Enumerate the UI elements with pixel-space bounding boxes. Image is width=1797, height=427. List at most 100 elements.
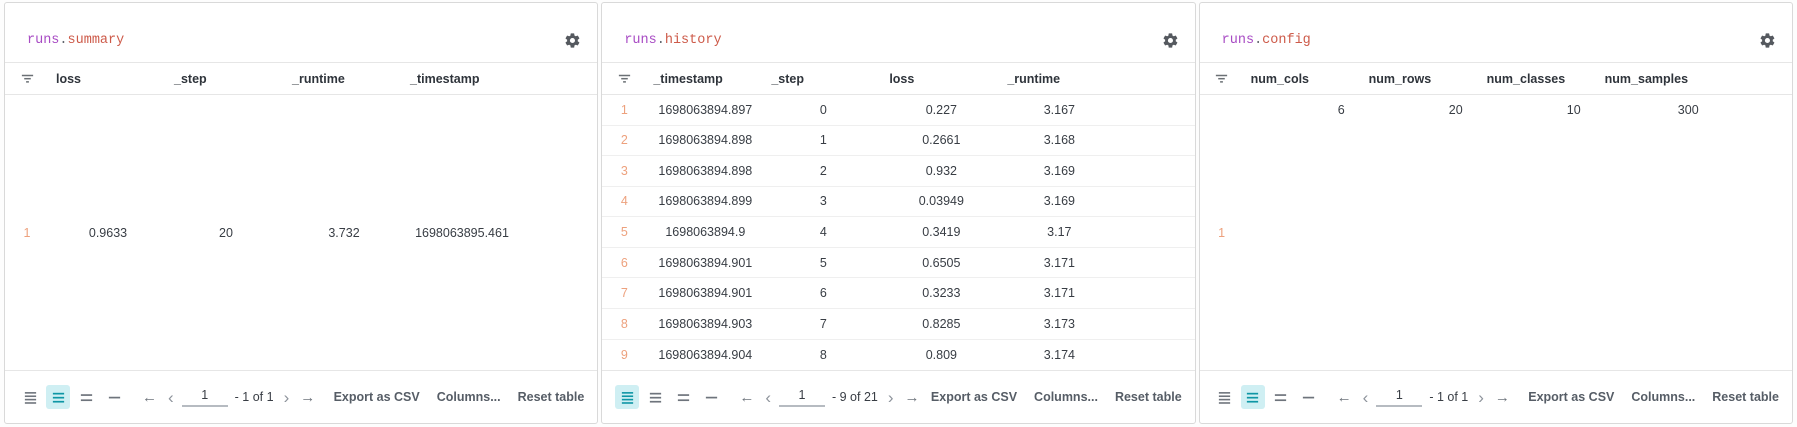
cell-value: 3.174 — [1043, 347, 1075, 362]
last-page-arrow-icon[interactable]: → — [1492, 390, 1513, 405]
row-height-small-icon[interactable] — [615, 385, 640, 409]
cell-value: 3 — [819, 194, 827, 209]
reset-table-button[interactable]: Reset table — [1712, 390, 1779, 404]
columns-button[interactable]: Columns... — [1631, 390, 1695, 404]
prev-page-chevron-icon[interactable]: ‹ — [1362, 389, 1370, 406]
cell-value: 20 — [1448, 103, 1463, 117]
column-header[interactable]: _step — [167, 72, 285, 86]
prev-page-chevron-icon[interactable]: ‹ — [167, 389, 175, 406]
row-height-medium-icon[interactable] — [1240, 385, 1265, 409]
cell-value: 0.8285 — [922, 316, 961, 331]
column-header[interactable]: _timestamp — [646, 72, 764, 86]
first-page-arrow-icon[interactable]: ← — [736, 390, 757, 405]
column-header[interactable]: num_rows — [1362, 72, 1480, 86]
panel-title: runs.summary — [27, 33, 125, 48]
first-page-arrow-icon[interactable]: ← — [139, 390, 160, 405]
table-body: 1 0.9633 20 3.732 1698063895.461 — [5, 95, 597, 370]
table-actions: Export as CSV Columns... Reset table — [334, 390, 585, 404]
row-height-large-icon[interactable] — [671, 385, 695, 409]
cell-value: 8 — [819, 347, 827, 362]
row-height-small-icon[interactable] — [18, 385, 42, 409]
page-number-input[interactable] — [779, 387, 825, 407]
page-number-input[interactable] — [1376, 387, 1423, 407]
filter-icon[interactable] — [5, 71, 49, 86]
cell-value: 0.03949 — [918, 194, 964, 209]
panel-header: runs.summary — [5, 3, 598, 63]
cell-value: 1 — [819, 133, 827, 148]
export-csv-button[interactable]: Export as CSV — [334, 390, 420, 404]
panel-runs-config: runs.config num_cols num_rows num_classe… — [1198, 2, 1793, 424]
cell-value: 3.17 — [1047, 225, 1072, 240]
column-header[interactable]: num_samples — [1598, 72, 1716, 86]
title-keyword: runs — [27, 33, 60, 48]
title-field: summary — [67, 33, 125, 48]
next-page-chevron-icon[interactable]: › — [1477, 389, 1485, 406]
row-index: 9 — [620, 347, 628, 362]
cell-value: 1698063894.897 — [658, 102, 753, 117]
panel-runs-summary: runs.summary loss _step _runtime _timest… — [4, 2, 599, 424]
cell-value: 3.167 — [1043, 102, 1075, 117]
column-header[interactable]: loss — [49, 72, 167, 86]
page-count-label: - 1 of 1 — [1429, 390, 1469, 404]
row-height-small-icon[interactable] — [1213, 385, 1237, 409]
table-body: 1 1698063894.897 0 0.227 3.167 2 1698063894.89… — [602, 95, 1195, 371]
row-index: 6 — [620, 255, 628, 270]
page-number-input[interactable] — [181, 387, 228, 407]
next-page-chevron-icon[interactable]: › — [283, 389, 291, 406]
table-row: 2 1698063894.898 1 0.2661 3.168 — [602, 126, 1195, 157]
cell-value: 3.732 — [328, 225, 360, 240]
row-index: 1 — [1218, 225, 1226, 240]
cell-value: 0.3233 — [922, 286, 961, 301]
settings-gear-icon[interactable] — [1160, 30, 1181, 51]
table-footer: ← ‹ - 1 of 1 › → Export as CSV Columns..… — [5, 370, 598, 423]
reset-table-button[interactable]: Reset table — [518, 390, 585, 404]
export-csv-button[interactable]: Export as CSV — [931, 390, 1017, 404]
cell-value: 1698063894.901 — [658, 286, 753, 301]
table-row: 1 6 20 10 300 — [1200, 95, 1792, 370]
columns-button[interactable]: Columns... — [1034, 390, 1098, 404]
row-height-medium-icon[interactable] — [46, 385, 70, 409]
row-height-xlarge-icon[interactable] — [699, 385, 723, 409]
cell-value: 6 — [819, 286, 827, 301]
cell-value: 10 — [1566, 103, 1581, 117]
last-page-arrow-icon[interactable]: → — [902, 390, 923, 405]
cell-value: 1698063894.904 — [658, 347, 753, 362]
column-header[interactable]: _step — [764, 72, 882, 86]
settings-gear-icon[interactable] — [1757, 30, 1778, 51]
column-header[interactable]: _timestamp — [403, 72, 521, 86]
table-body: 1 6 20 10 300 — [1200, 95, 1792, 370]
prev-page-chevron-icon[interactable]: ‹ — [764, 389, 772, 406]
settings-gear-icon[interactable] — [562, 30, 583, 51]
row-height-xlarge-icon[interactable] — [102, 385, 126, 409]
column-header[interactable]: _runtime — [285, 72, 403, 86]
last-page-arrow-icon[interactable]: → — [297, 390, 318, 405]
panel-header: runs.config — [1199, 3, 1792, 63]
column-header[interactable]: num_cols — [1244, 72, 1362, 86]
cell-value: 1698063894.901 — [658, 255, 753, 270]
export-csv-button[interactable]: Export as CSV — [1528, 390, 1614, 404]
table-row: 9 1698063894.904 8 0.809 3.174 — [602, 340, 1194, 371]
row-height-medium-icon[interactable] — [643, 385, 667, 409]
row-height-xlarge-icon[interactable] — [1297, 385, 1321, 409]
row-index: 5 — [620, 225, 628, 240]
cell-value: 3.173 — [1043, 316, 1075, 331]
cell-value: 3.171 — [1043, 286, 1075, 301]
column-header[interactable]: _runtime — [1000, 72, 1118, 86]
cell-value: 1698063894.899 — [658, 194, 753, 209]
row-height-large-icon[interactable] — [74, 385, 98, 409]
filter-icon[interactable] — [1200, 71, 1244, 86]
filter-icon[interactable] — [602, 71, 646, 86]
next-page-chevron-icon[interactable]: › — [887, 389, 895, 406]
row-height-large-icon[interactable] — [1269, 385, 1293, 409]
column-header[interactable]: num_classes — [1480, 72, 1598, 86]
table-footer: ← ‹ - 9 of 21 › → Export as CSV Columns.… — [602, 370, 1195, 423]
cell-value: 0.932 — [925, 163, 957, 178]
reset-table-button[interactable]: Reset table — [1115, 390, 1182, 404]
cell-value: 0 — [819, 102, 827, 117]
cell-value: 1698063895.461 — [415, 225, 509, 240]
columns-button[interactable]: Columns... — [437, 390, 501, 404]
column-header[interactable]: loss — [882, 72, 1000, 86]
row-index: 2 — [620, 133, 628, 148]
table-footer: ← ‹ - 1 of 1 › → Export as CSV Columns..… — [1199, 370, 1792, 423]
first-page-arrow-icon[interactable]: ← — [1334, 390, 1355, 405]
